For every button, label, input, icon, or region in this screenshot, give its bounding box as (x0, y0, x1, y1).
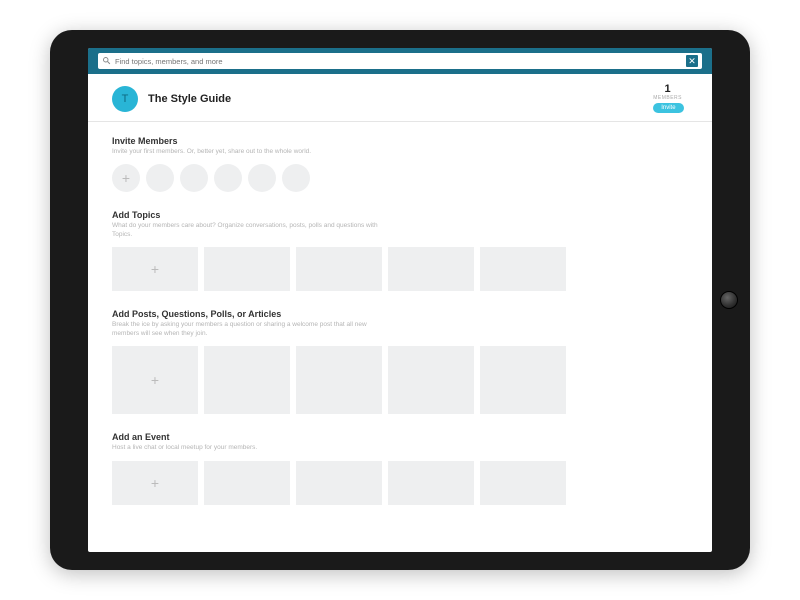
add-posts-section: Add Posts, Questions, Polls, or Articles… (112, 309, 688, 414)
post-cards: + (112, 346, 688, 414)
topic-slot (296, 247, 382, 291)
member-slot (214, 164, 242, 192)
plus-icon: + (151, 373, 159, 387)
section-title: Invite Members (112, 136, 688, 146)
add-member-button[interactable]: + (112, 164, 140, 192)
section-subtitle: Host a live chat or local meetup for you… (112, 444, 392, 452)
member-slot (180, 164, 208, 192)
section-title: Add Topics (112, 210, 688, 220)
event-slot (388, 461, 474, 505)
post-slot (296, 346, 382, 414)
search-icon (102, 52, 111, 70)
add-event-section: Add an Event Host a live chat or local m… (112, 432, 688, 504)
invite-button[interactable]: Invite (653, 103, 683, 113)
section-subtitle: Break the ice by asking your members a q… (112, 321, 392, 338)
plus-icon: + (122, 171, 130, 185)
close-icon[interactable]: ✕ (686, 55, 698, 67)
top-bar: ✕ (88, 48, 712, 74)
event-slot (296, 461, 382, 505)
member-count-block: 1 MEMBERS (653, 84, 682, 101)
member-label: MEMBERS (653, 95, 682, 101)
community-title: The Style Guide (148, 93, 653, 105)
topic-slot (388, 247, 474, 291)
section-subtitle: Invite your first members. Or, better ye… (112, 148, 392, 156)
event-slot (480, 461, 566, 505)
post-slot (388, 346, 474, 414)
member-slot (282, 164, 310, 192)
event-cards: + (112, 461, 688, 505)
community-avatar: T (112, 86, 138, 112)
add-topic-button[interactable]: + (112, 247, 198, 291)
member-slot (146, 164, 174, 192)
content-area: Invite Members Invite your first members… (88, 122, 712, 552)
search-input[interactable] (111, 53, 686, 69)
add-post-button[interactable]: + (112, 346, 198, 414)
section-title: Add an Event (112, 432, 688, 442)
search-box[interactable]: ✕ (98, 53, 702, 69)
section-subtitle: What do your members care about? Organiz… (112, 222, 392, 239)
member-slot (248, 164, 276, 192)
section-title: Add Posts, Questions, Polls, or Articles (112, 309, 688, 319)
plus-icon: + (151, 476, 159, 490)
event-slot (204, 461, 290, 505)
screen: ✕ T The Style Guide 1 MEMBERS Invite Inv… (88, 48, 712, 552)
community-header: T The Style Guide 1 MEMBERS Invite (88, 74, 712, 122)
plus-icon: + (151, 262, 159, 276)
post-slot (204, 346, 290, 414)
post-slot (480, 346, 566, 414)
add-topics-section: Add Topics What do your members care abo… (112, 210, 688, 291)
tablet-frame: ✕ T The Style Guide 1 MEMBERS Invite Inv… (50, 30, 750, 570)
add-event-button[interactable]: + (112, 461, 198, 505)
member-slots: + (112, 164, 688, 192)
home-button[interactable] (720, 291, 738, 309)
topic-slot (480, 247, 566, 291)
invite-members-section: Invite Members Invite your first members… (112, 136, 688, 192)
topic-slot (204, 247, 290, 291)
member-count: 1 (653, 84, 682, 95)
topic-cards: + (112, 247, 688, 291)
